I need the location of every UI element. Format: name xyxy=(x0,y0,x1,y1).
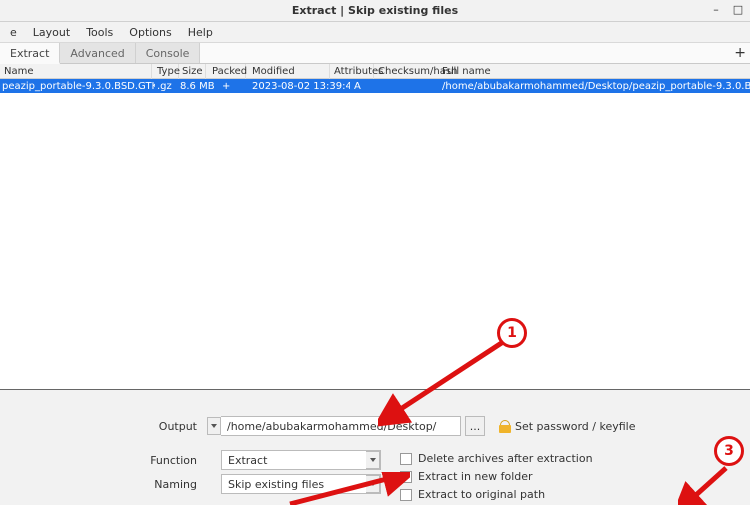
extract-new-folder-checkbox[interactable] xyxy=(400,471,412,483)
chevron-down-icon xyxy=(211,424,217,428)
add-tab-button[interactable]: + xyxy=(734,45,746,61)
tab-advanced[interactable]: Advanced xyxy=(60,43,135,63)
menu-bar: e Layout Tools Options Help xyxy=(0,22,750,42)
lock-icon xyxy=(499,420,511,433)
menu-tools[interactable]: Tools xyxy=(80,24,119,41)
title-bar: Extract | Skip existing files – □ xyxy=(0,0,750,22)
list-header: Name Type Size Packed Modified Attribute… xyxy=(0,64,750,79)
menu-help[interactable]: Help xyxy=(182,24,219,41)
tab-extract[interactable]: Extract xyxy=(0,43,60,64)
naming-value: Skip existing files xyxy=(222,478,330,491)
tab-strip: Extract Advanced Console + xyxy=(0,42,750,64)
window-controls: – □ xyxy=(710,3,744,16)
set-password-link[interactable]: Set password / keyfile xyxy=(499,420,636,433)
cell-modified: 2023-08-02 13:39:43 xyxy=(250,79,350,93)
delete-archives-row[interactable]: Delete archives after extraction xyxy=(400,452,593,465)
cell-fullname: /home/abubakarmohammed/Desktop/peazip_po… xyxy=(440,79,750,93)
output-label: Output xyxy=(135,420,197,433)
col-packed[interactable]: Packed xyxy=(210,64,246,79)
col-size[interactable]: Size xyxy=(180,64,206,79)
function-value: Extract xyxy=(222,454,273,467)
col-name[interactable]: Name xyxy=(2,64,152,79)
naming-row: Naming Skip existing files xyxy=(135,474,381,494)
set-password-label: Set password / keyfile xyxy=(515,420,636,433)
col-type[interactable]: Type xyxy=(155,64,179,79)
browse-output-button[interactable]: ... xyxy=(465,416,485,436)
extract-new-folder-label: Extract in new folder xyxy=(418,470,533,483)
cell-size: 8.6 MB xyxy=(178,79,220,93)
minimize-button[interactable]: – xyxy=(710,3,722,16)
naming-label: Naming xyxy=(135,478,197,491)
maximize-button[interactable]: □ xyxy=(732,3,744,16)
annotation-3-badge: 3 xyxy=(714,436,744,466)
delete-archives-label: Delete archives after extraction xyxy=(418,452,593,465)
cell-packed: + xyxy=(220,79,248,93)
extract-original-path-label: Extract to original path xyxy=(418,488,545,501)
cell-type: .gz xyxy=(155,79,177,93)
extract-panel: Output /home/abubakarmohammed/Desktop/ .… xyxy=(0,400,750,505)
chevron-down-icon xyxy=(370,458,376,462)
panel-divider xyxy=(0,389,750,390)
extract-new-folder-row[interactable]: Extract in new folder xyxy=(400,470,533,483)
file-list[interactable]: peazip_portable-9.3.0.BSD.GTK2.x86_( .gz… xyxy=(0,79,750,389)
col-checksum[interactable]: Checksum/hash xyxy=(376,64,438,79)
chevron-down-icon xyxy=(370,482,376,486)
output-dropdown-button[interactable] xyxy=(207,417,221,435)
naming-select[interactable]: Skip existing files xyxy=(221,474,381,494)
function-select[interactable]: Extract xyxy=(221,450,381,470)
extract-original-path-checkbox[interactable] xyxy=(400,489,412,501)
col-modified[interactable]: Modified xyxy=(250,64,330,79)
tab-console[interactable]: Console xyxy=(136,43,201,63)
extract-original-path-row[interactable]: Extract to original path xyxy=(400,488,545,501)
output-row: Output /home/abubakarmohammed/Desktop/ .… xyxy=(135,416,636,436)
cell-checksum xyxy=(376,79,438,93)
function-row: Function Extract xyxy=(135,450,381,470)
cell-attrs: A xyxy=(352,79,372,93)
col-fullname[interactable]: Full name xyxy=(440,64,740,79)
menu-options[interactable]: Options xyxy=(123,24,177,41)
menu-file[interactable]: e xyxy=(4,24,23,41)
col-attributes[interactable]: Attributes xyxy=(332,64,374,79)
delete-archives-checkbox[interactable] xyxy=(400,453,412,465)
function-label: Function xyxy=(135,454,197,467)
cell-name: peazip_portable-9.3.0.BSD.GTK2.x86_( xyxy=(0,79,155,93)
window-title: Extract | Skip existing files xyxy=(292,4,458,17)
menu-layout[interactable]: Layout xyxy=(27,24,76,41)
annotation-1-badge: 1 xyxy=(497,318,527,348)
output-path-input[interactable]: /home/abubakarmohammed/Desktop/ xyxy=(221,416,461,436)
list-row[interactable]: peazip_portable-9.3.0.BSD.GTK2.x86_( .gz… xyxy=(0,79,750,93)
